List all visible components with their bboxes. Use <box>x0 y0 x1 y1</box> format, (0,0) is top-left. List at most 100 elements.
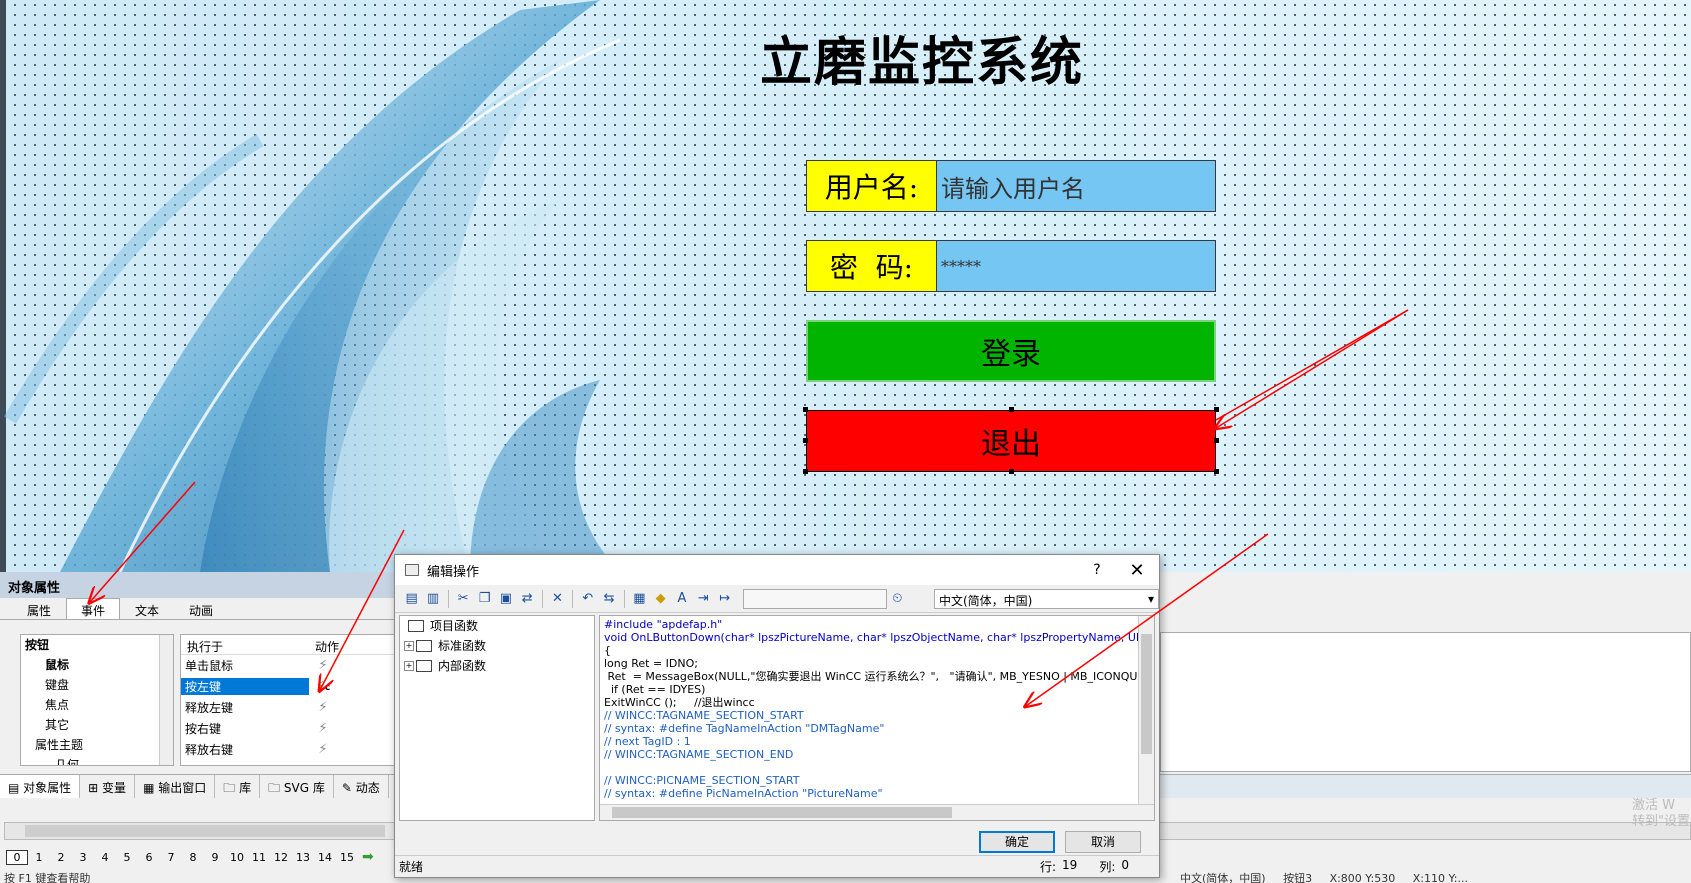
tree-item-focus[interactable]: 焦点 <box>21 695 173 715</box>
cut-icon[interactable]: ✂ <box>453 589 474 609</box>
font-icon[interactable]: A <box>671 589 692 609</box>
help-button[interactable]: ? <box>1079 562 1115 578</box>
tree-item-property-topics[interactable]: 属性主题 <box>21 735 173 755</box>
tree-scrollbar[interactable] <box>159 635 173 765</box>
clock-icon[interactable]: ⏲ <box>887 589 908 609</box>
compile-icon[interactable]: ▤ <box>401 589 422 609</box>
grid-icon[interactable]: ▦ <box>629 589 650 609</box>
code-editor[interactable]: #include "apdefap.h" void OnLButtonDown(c… <box>599 615 1155 821</box>
goto-icon[interactable]: ↦ <box>714 589 735 609</box>
close-button[interactable]: ✕ <box>1115 560 1159 581</box>
expand-icon[interactable]: + <box>404 661 414 671</box>
selection-handle[interactable] <box>1009 469 1014 474</box>
lightning-icon[interactable]: ⚡ <box>313 658 333 673</box>
selection-handle[interactable] <box>1009 407 1014 412</box>
event-row-right-release[interactable]: 释放右键 ⚡ <box>181 739 399 760</box>
ok-button[interactable]: 确定 <box>979 831 1055 853</box>
scrollbar-thumb[interactable] <box>25 825 385 837</box>
event-action-table: 执行于 动作 单击鼠标 ⚡ 按左键 ⚡c 释放左键 ⚡ 按右键 ⚡ 释放右键 ⚡ <box>180 634 400 766</box>
delete-icon[interactable]: ✕ <box>547 589 568 609</box>
page-tab[interactable]: 8 <box>182 851 204 864</box>
event-row-left-release[interactable]: 释放左键 ⚡ <box>181 697 399 718</box>
tree-item-project-functions[interactable]: 项目函数 <box>400 616 594 636</box>
tree-item-standard-functions[interactable]: + 标准函数 <box>400 636 594 656</box>
event-table-header: 执行于 动作 <box>181 635 399 655</box>
find-replace-icon[interactable]: ⇆ <box>598 589 619 609</box>
scrollbar-thumb[interactable] <box>612 807 952 818</box>
tab-text[interactable]: 文本 <box>120 598 174 619</box>
exit-button[interactable]: 退出 <box>806 410 1216 472</box>
indent-icon[interactable]: ⇥ <box>693 589 714 609</box>
event-row-right-press[interactable]: 按右键 ⚡ <box>181 718 399 739</box>
tree-item-keyboard[interactable]: 键盘 <box>21 675 173 695</box>
page-tab[interactable]: 11 <box>248 851 270 864</box>
tree-item-geometry[interactable]: 几何 <box>21 755 173 765</box>
tab-animation[interactable]: 动画 <box>174 598 228 619</box>
replace-icon[interactable]: ⇄ <box>517 589 538 609</box>
undo-icon[interactable]: ↶ <box>577 589 598 609</box>
selection-handle[interactable] <box>803 407 808 412</box>
scrollbar-thumb[interactable] <box>1141 634 1152 754</box>
paste-icon[interactable]: ▣ <box>495 589 516 609</box>
folder-icon: 🗀 <box>223 781 240 795</box>
page-tab[interactable]: 5 <box>116 851 138 864</box>
next-page-arrow-icon[interactable]: ➡ <box>362 849 374 865</box>
selection-handle[interactable] <box>1214 469 1219 474</box>
event-name: 单击鼠标 <box>185 659 234 673</box>
tree-item-button[interactable]: 按钮 <box>21 635 173 655</box>
btab-svg-library[interactable]: 🗀 SVG 库 <box>260 775 334 798</box>
page-tab[interactable]: 3 <box>72 851 94 864</box>
btab-dynamic[interactable]: ✎ 动态 <box>334 775 389 798</box>
import-icon[interactable]: ▥ <box>422 589 443 609</box>
code-horizontal-scrollbar[interactable] <box>600 804 1154 820</box>
dialog-toolbar: ▤ ▥ ✂ ❐ ▣ ⇄ ✕ ↶ ⇆ ▦ ◆ A ⇥ ↦ ⏲ 中文(简体，中国) ▾ <box>395 585 1160 613</box>
trigger-combo[interactable] <box>743 588 887 609</box>
tab-events[interactable]: 事件 <box>66 598 121 619</box>
lightning-icon[interactable]: ⚡ <box>313 700 333 715</box>
picture-canvas[interactable]: 立磨监控系统 用户名: 请输入用户名 密 码: ***** 登录 退出 <box>0 0 1691 572</box>
selection-handle[interactable] <box>1214 438 1219 443</box>
page-tab[interactable]: 14 <box>314 851 336 864</box>
tree-item-internal-functions[interactable]: + 内部函数 <box>400 656 594 676</box>
page-tab[interactable]: 9 <box>204 851 226 864</box>
code-line: // syntax: #define TagNameInAction "DMTa… <box>604 722 885 735</box>
tree-item-other[interactable]: 其它 <box>21 715 173 735</box>
code-vertical-scrollbar[interactable] <box>1138 616 1154 806</box>
btab-object-properties[interactable]: ▤ 对象属性 <box>0 775 81 798</box>
login-button[interactable]: 登录 <box>806 320 1216 382</box>
username-input[interactable]: 请输入用户名 <box>937 161 1215 211</box>
password-input[interactable]: ***** <box>937 241 1215 291</box>
page-tab[interactable]: 15 <box>336 851 358 864</box>
page-tab[interactable]: 10 <box>226 851 248 864</box>
variable-icon: ⊞ <box>88 781 103 795</box>
expand-icon[interactable]: + <box>404 641 414 651</box>
package-icon[interactable]: ◆ <box>650 589 671 609</box>
lightning-c-icon[interactable]: ⚡c <box>313 679 333 694</box>
selection-handle[interactable] <box>1214 407 1219 412</box>
event-row-click[interactable]: 单击鼠标 ⚡ <box>181 655 399 676</box>
page-tab[interactable]: 6 <box>138 851 160 864</box>
page-tab[interactable]: 2 <box>50 851 72 864</box>
cancel-button[interactable]: 取消 <box>1065 831 1141 853</box>
language-select[interactable]: 中文(简体，中国) ▾ <box>933 588 1160 609</box>
copy-icon[interactable]: ❐ <box>474 589 495 609</box>
page-tab[interactable]: 12 <box>270 851 292 864</box>
btab-output-window[interactable]: ▦ 输出窗口 <box>135 775 216 798</box>
selection-handle[interactable] <box>803 438 808 443</box>
event-row-left-press[interactable]: 按左键 ⚡c <box>181 676 399 697</box>
dialog-titlebar[interactable]: 编辑操作 ? ✕ <box>395 555 1159 585</box>
page-tab[interactable]: 4 <box>94 851 116 864</box>
column-label: 列: <box>1099 860 1116 874</box>
status-right: 中文(简体，中国) 按钮3 X:800 Y:530 X:110 Y:... <box>1180 870 1468 883</box>
page-tab[interactable]: 13 <box>292 851 314 864</box>
tab-properties[interactable]: 属性 <box>12 598 66 619</box>
page-tab[interactable]: 7 <box>160 851 182 864</box>
btab-variables[interactable]: ⊞ 变量 <box>80 775 136 798</box>
selection-handle[interactable] <box>803 469 808 474</box>
page-tab[interactable]: 1 <box>28 851 50 864</box>
btab-library[interactable]: 🗀 库 <box>215 775 261 798</box>
page-tab[interactable]: 0 <box>6 849 28 865</box>
tree-item-mouse[interactable]: 鼠标 <box>21 655 173 675</box>
lightning-icon[interactable]: ⚡ <box>313 742 333 757</box>
lightning-icon[interactable]: ⚡ <box>313 721 333 736</box>
